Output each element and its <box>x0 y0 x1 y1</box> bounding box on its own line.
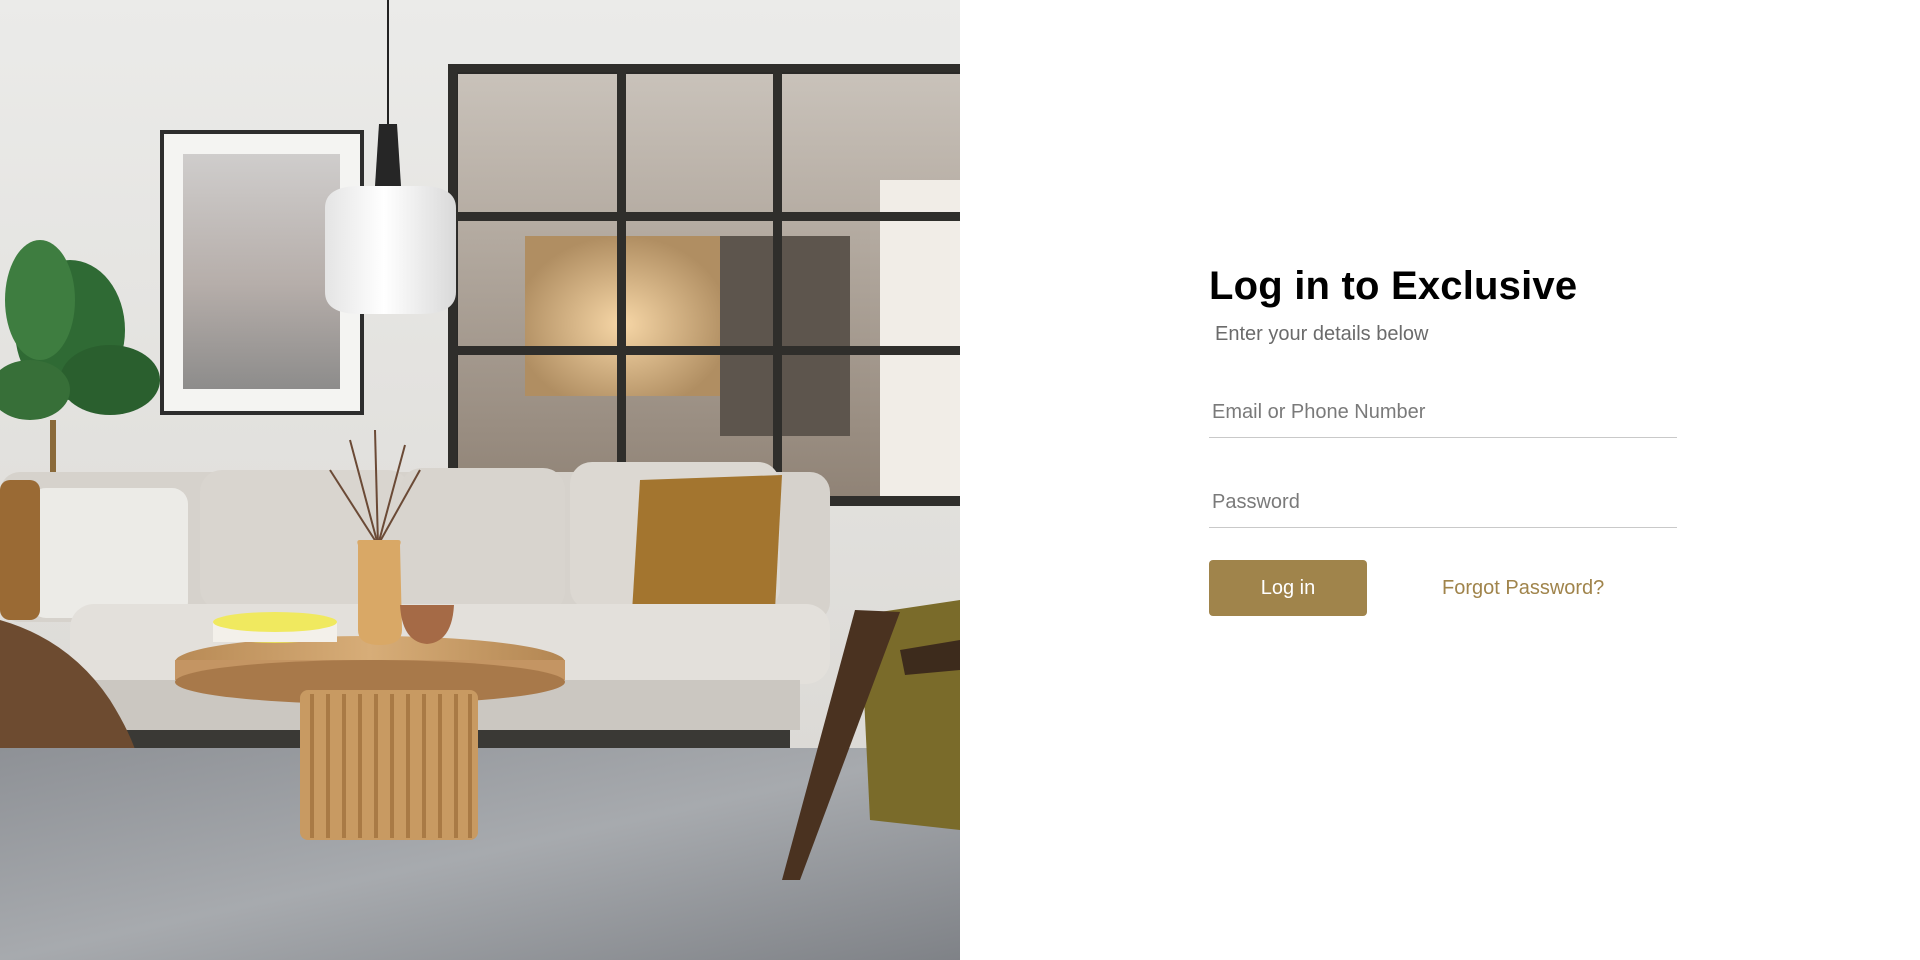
email-field[interactable] <box>1209 388 1677 438</box>
forgot-password-link[interactable]: Forgot Password? <box>1442 576 1604 600</box>
login-panel: Log in to Exclusive Enter your details b… <box>960 0 1920 960</box>
password-input[interactable] <box>1209 478 1677 526</box>
hero-image <box>0 0 960 960</box>
login-button[interactable]: Log in <box>1209 560 1367 616</box>
page-title: Log in to Exclusive <box>1209 264 1578 308</box>
login-form: Log in to Exclusive Enter your details b… <box>1209 258 1677 616</box>
password-field[interactable] <box>1209 478 1677 528</box>
living-room-illustration <box>0 0 960 960</box>
form-actions: Log in Forgot Password? <box>1209 560 1677 616</box>
page-subtitle: Enter your details below <box>1215 323 1429 345</box>
email-input[interactable] <box>1209 388 1677 436</box>
